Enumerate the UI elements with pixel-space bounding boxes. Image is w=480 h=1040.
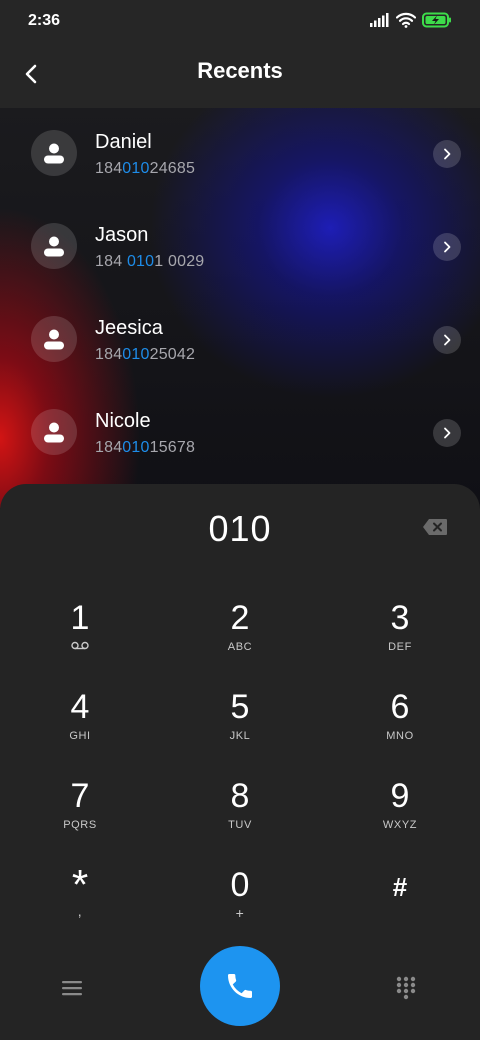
contact-detail-button[interactable] <box>433 419 461 447</box>
contact-number: 18401024685 <box>95 160 196 177</box>
key-5[interactable]: 5 JKL <box>175 681 305 761</box>
contact-row[interactable]: Daniel 18401024685 <box>0 108 480 201</box>
key-9[interactable]: 9 WXYZ <box>335 770 465 850</box>
key-3[interactable]: 3 DEF <box>335 592 465 672</box>
key-4[interactable]: 4 GHI <box>15 681 145 761</box>
chevron-right-icon <box>444 427 451 439</box>
match-highlight: 010 <box>122 439 150 456</box>
backspace-icon <box>423 519 447 535</box>
contact-name: Jason <box>95 224 149 246</box>
person-icon <box>44 422 64 443</box>
app-header: Recents <box>0 44 480 108</box>
backspace-button[interactable] <box>418 514 452 540</box>
match-highlight: 010 <box>122 346 150 363</box>
call-button[interactable] <box>200 946 280 1026</box>
recents-list: Daniel 18401024685 Jason 184 0101 0029 J… <box>0 108 480 508</box>
contact-detail-button[interactable] <box>433 233 461 261</box>
contact-row[interactable]: Jeesica 18401025042 <box>0 294 480 387</box>
status-icons <box>370 12 452 32</box>
dialpad-icon <box>396 976 416 1000</box>
contact-detail-button[interactable] <box>433 140 461 168</box>
voicemail-icon <box>15 641 145 655</box>
contact-row[interactable]: Jason 184 0101 0029 <box>0 201 480 294</box>
status-time: 2:36 <box>28 12 61 29</box>
person-icon <box>44 143 64 164</box>
key-star[interactable]: * , <box>15 859 145 939</box>
contact-name: Nicole <box>95 410 151 432</box>
avatar <box>31 409 77 455</box>
avatar <box>31 130 77 176</box>
chevron-right-icon <box>444 148 451 160</box>
avatar <box>31 223 77 269</box>
contact-detail-button[interactable] <box>433 326 461 354</box>
dialer-bottom-bar <box>0 936 480 1040</box>
wifi-icon <box>395 12 417 33</box>
match-highlight: 010 <box>126 253 155 270</box>
person-icon <box>44 329 64 350</box>
status-bar: 2:36 <box>0 0 480 44</box>
dialed-number[interactable]: 010 <box>0 508 480 550</box>
phone-icon <box>228 974 252 998</box>
key-2[interactable]: 2 ABC <box>175 592 305 672</box>
key-8[interactable]: 8 TUV <box>175 770 305 850</box>
key-7[interactable]: 7 PQRS <box>15 770 145 850</box>
key-hash[interactable]: # <box>335 859 465 939</box>
contact-number: 18401025042 <box>95 346 196 363</box>
contact-number: 184 0101 0029 <box>95 253 205 270</box>
chevron-right-icon <box>444 241 451 253</box>
chevron-right-icon <box>444 334 451 346</box>
page-title: Recents <box>197 58 283 83</box>
key-6[interactable]: 6 MNO <box>335 681 465 761</box>
avatar <box>31 316 77 362</box>
contact-row[interactable]: Nicole 18401015678 <box>0 387 480 480</box>
dialpad-toggle-button[interactable] <box>386 970 426 1006</box>
menu-icon <box>62 981 82 996</box>
dialer-panel: 010 1 2 ABC 3 DEF 4 GHI 5 JKL 6 MNO 7 PQ… <box>0 484 480 1040</box>
menu-button[interactable] <box>52 970 92 1006</box>
key-1[interactable]: 1 <box>15 592 145 672</box>
battery-charging-icon <box>422 12 452 33</box>
match-highlight: 010 <box>122 160 150 177</box>
contact-name: Jeesica <box>95 317 163 339</box>
key-0[interactable]: 0 + <box>175 859 305 939</box>
person-icon <box>44 236 64 257</box>
contact-number: 18401015678 <box>95 439 196 456</box>
contact-name: Daniel <box>95 131 152 153</box>
signal-icon <box>370 12 390 32</box>
